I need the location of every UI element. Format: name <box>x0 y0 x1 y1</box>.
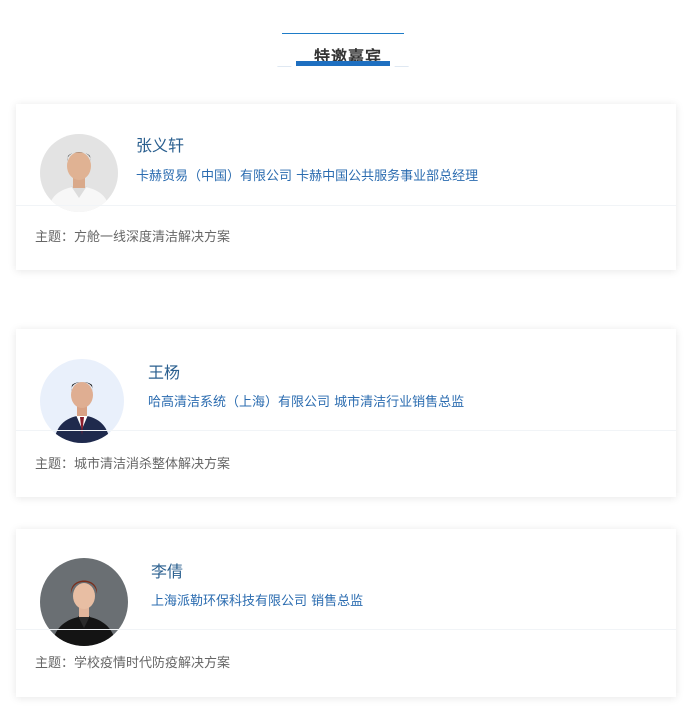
card-divider <box>16 205 676 206</box>
guest-card: 王杨 哈高清洁系统（上海）有限公司 城市清洁行业销售总监 主题：城市清洁消杀整体… <box>16 329 676 497</box>
guest-organization: 卡赫贸易（中国）有限公司 卡赫中国公共服务事业部总经理 <box>136 169 479 184</box>
avatar <box>40 134 118 212</box>
card-divider <box>16 629 676 630</box>
guest-name: 李倩 <box>151 562 184 581</box>
avatar <box>40 558 128 646</box>
section-header: 特邀嘉宾 <box>0 0 696 80</box>
guest-organization: 哈高清洁系统（上海）有限公司 城市清洁行业销售总监 <box>148 395 465 410</box>
guest-topic: 主题：方舱一线深度清洁解决方案 <box>35 230 231 245</box>
guest-card: 李倩 上海派勒环保科技有限公司 销售总监 主题：学校疫情时代防疫解决方案 <box>16 529 676 697</box>
guest-topic: 主题：学校疫情时代防疫解决方案 <box>35 656 231 671</box>
portrait-man-white-shirt-icon <box>40 134 118 212</box>
guest-page: 特邀嘉宾 张义轩 卡赫贸易（中国）有限公司 卡赫中国公共服务事业部总经理 主题：… <box>0 0 696 710</box>
header-top-line <box>282 33 404 34</box>
portrait-woman-black-jacket-icon <box>40 558 128 646</box>
guest-organization: 上海派勒环保科技有限公司 销售总监 <box>151 594 364 609</box>
card-divider <box>16 430 676 431</box>
guest-name: 张义轩 <box>136 136 185 155</box>
guest-name: 王杨 <box>148 363 181 382</box>
header-underline-bar <box>296 61 390 66</box>
guest-card: 张义轩 卡赫贸易（中国）有限公司 卡赫中国公共服务事业部总经理 主题：方舱一线深… <box>16 104 676 270</box>
guest-topic: 主题：城市清洁消杀整体解决方案 <box>35 457 231 472</box>
